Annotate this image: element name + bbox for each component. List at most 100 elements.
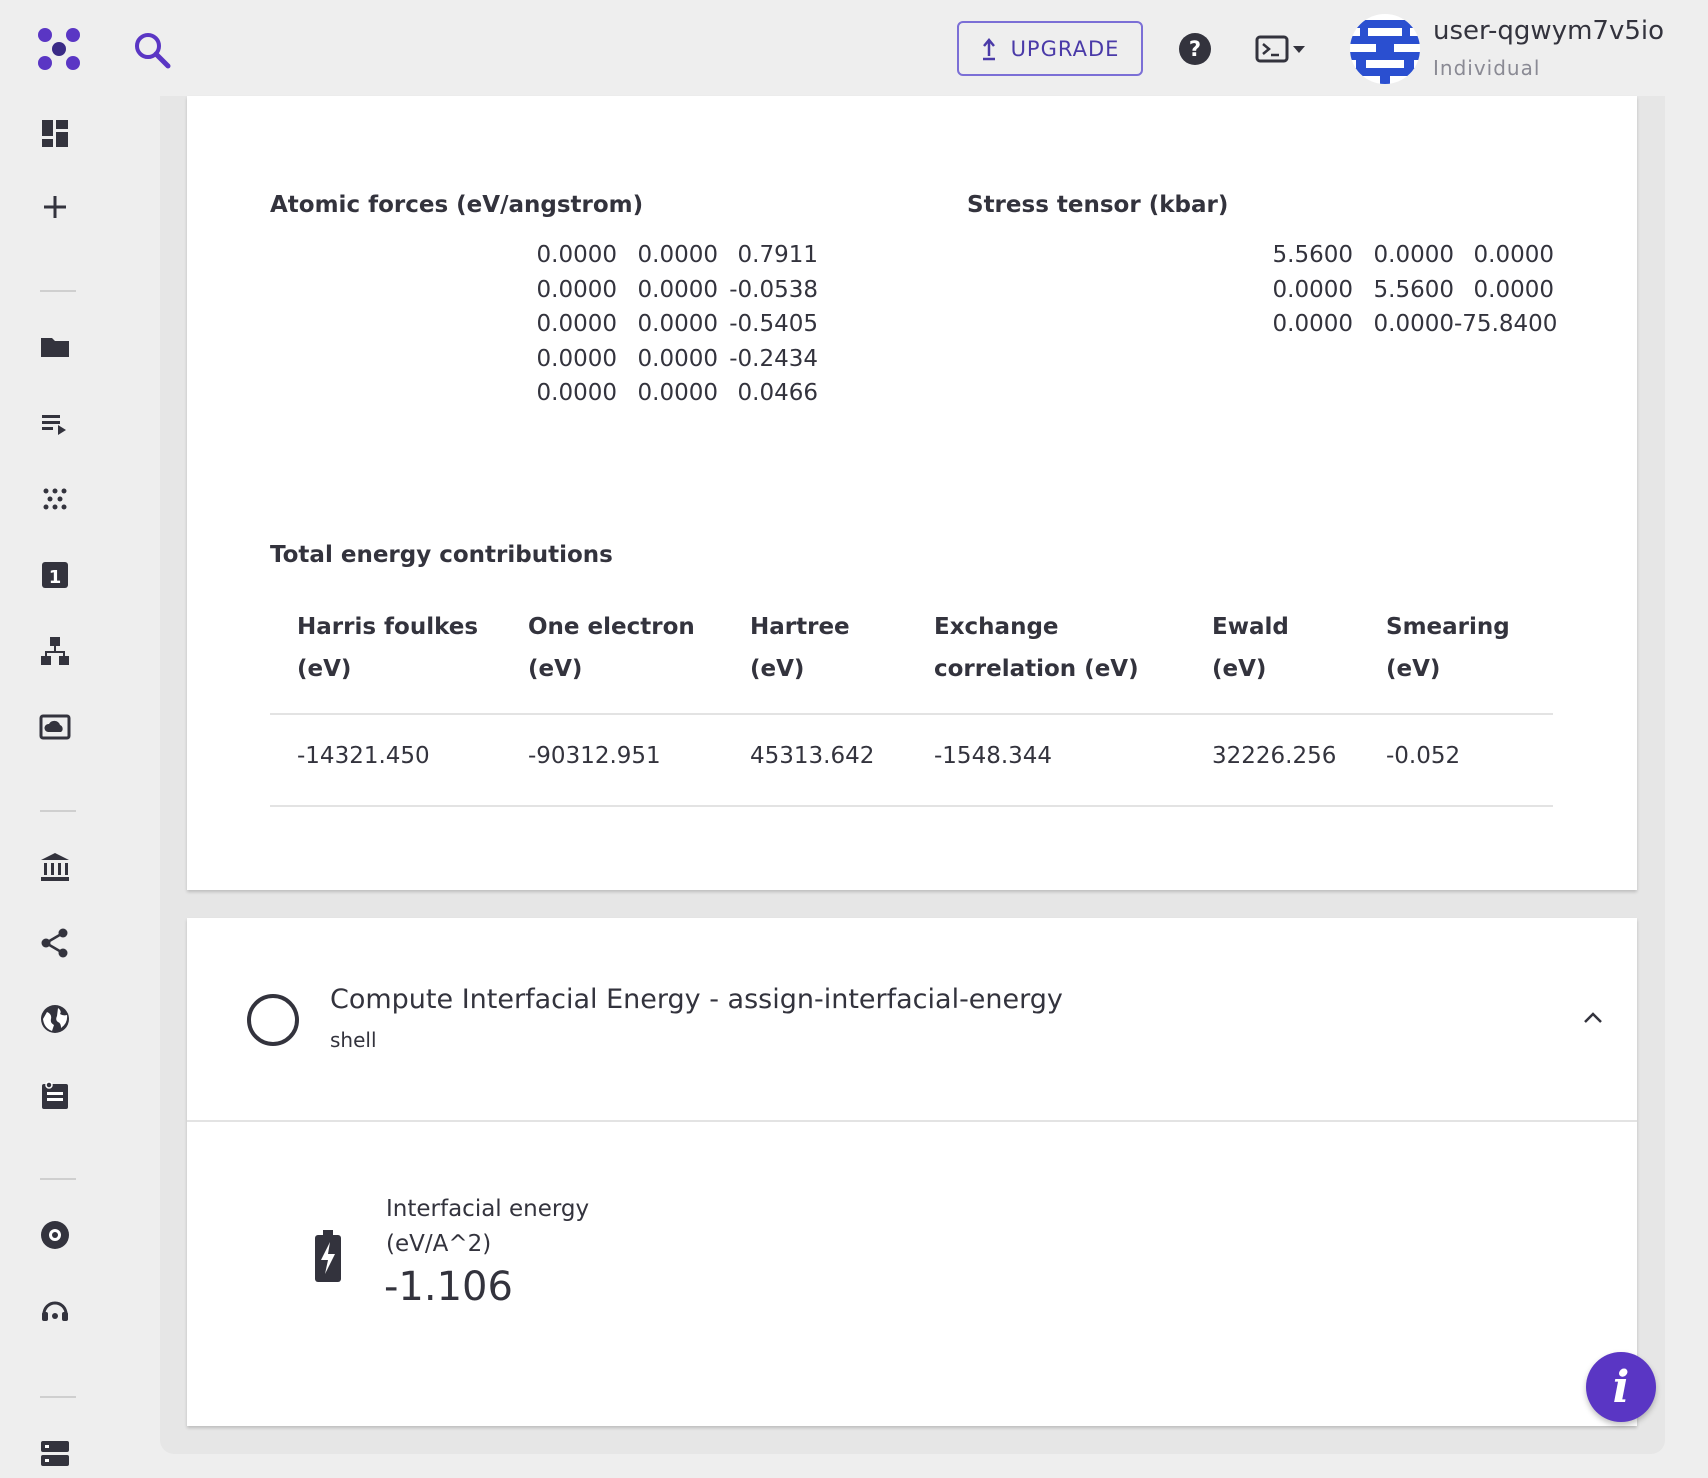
table-header-cell: One electron (eV) xyxy=(528,606,695,690)
table-header-cell: Smearing (eV) xyxy=(1386,606,1510,690)
matrix-cell: -0.5405 xyxy=(729,311,818,338)
table-cell: 45313.642 xyxy=(750,743,875,769)
atomic-forces-title: Atomic forces (eV/angstrom) xyxy=(270,192,644,218)
upgrade-button[interactable]: UPGRADE xyxy=(957,21,1143,76)
matrix-row: 5.5600 0.0000 0.0000 xyxy=(1261,238,1554,273)
matrix-cell: 0.0466 xyxy=(737,380,818,407)
matrix-cell: 0.0000 xyxy=(637,311,718,338)
server-icon[interactable] xyxy=(38,1436,72,1470)
table-cell: -14321.450 xyxy=(297,743,430,769)
table-header-cell: Harris foulkes (eV) xyxy=(297,606,478,690)
table-cell: -1548.344 xyxy=(934,743,1053,769)
support-icon[interactable] xyxy=(38,1294,72,1328)
number-one-icon[interactable]: 1 xyxy=(38,558,72,592)
workflow-icon[interactable] xyxy=(38,634,72,668)
matrix-cell: -75.8400 xyxy=(1454,311,1558,338)
matrix-row: 0.0000 0.0000 -0.0538 xyxy=(523,273,818,308)
table-header-text: (eV) xyxy=(750,656,805,682)
table-header-text: correlation (eV) xyxy=(934,656,1139,682)
property-label-unit: (eV/A^2) xyxy=(386,1231,492,1257)
info-button[interactable]: i xyxy=(1586,1352,1656,1422)
sidebar-divider xyxy=(40,1178,76,1180)
divider xyxy=(187,1120,1637,1122)
atomic-forces-matrix: 0.0000 0.0000 0.7911 0.0000 0.0000 -0.0538 0.0… xyxy=(523,238,818,411)
table-header-text: (eV) xyxy=(1386,656,1441,682)
share-icon[interactable] xyxy=(38,926,72,960)
folder-icon[interactable] xyxy=(38,330,72,364)
top-bar: UPGRADE ? user-qgwym7v5io Individual xyxy=(0,0,1708,96)
status-circle-icon xyxy=(247,994,299,1046)
table-header-text: (eV) xyxy=(1212,656,1267,682)
table-header-text: One electron xyxy=(528,614,695,640)
matrix-cell: 0.0000 xyxy=(1272,311,1353,338)
table-row: -14321.450 -90312.951 45313.642 -1548.344 32… xyxy=(270,715,1553,807)
matrix-cell: 0.0000 xyxy=(536,242,617,269)
matrix-cell: 0.7911 xyxy=(737,242,818,269)
matrix-cell: 0.0000 xyxy=(637,242,718,269)
matrix-row: 0.0000 0.0000 0.0466 xyxy=(523,376,818,411)
bank-icon[interactable] xyxy=(38,850,72,884)
svg-text:1: 1 xyxy=(49,567,62,588)
unit-card: Compute Interfacial Energy - assign-inte… xyxy=(187,918,1637,1426)
property-label-name: Interfacial energy xyxy=(386,1196,590,1222)
chevron-up-icon[interactable] xyxy=(1577,1002,1609,1034)
info-icon: i xyxy=(1612,1361,1630,1413)
stress-tensor-title: Stress tensor (kbar) xyxy=(967,192,1229,218)
notes-icon[interactable] xyxy=(38,1078,72,1112)
app-logo-icon[interactable] xyxy=(36,26,82,72)
table-cell: -90312.951 xyxy=(528,743,661,769)
help-icon[interactable]: ? xyxy=(1178,32,1212,66)
sidebar-divider xyxy=(40,1396,76,1398)
globe-icon[interactable] xyxy=(38,1002,72,1036)
results-card: Atomic forces (eV/angstrom) 0.0000 0.0000… xyxy=(187,96,1637,890)
matrix-row: 0.0000 5.5600 0.0000 xyxy=(1261,273,1554,308)
matrix-row: 0.0000 0.0000 -0.2434 xyxy=(523,342,818,377)
add-icon[interactable] xyxy=(38,190,72,224)
help-ring-icon[interactable] xyxy=(38,1218,72,1252)
matrix-cell: 0.0000 xyxy=(536,380,617,407)
cloud-storage-icon[interactable] xyxy=(38,710,72,744)
matrix-cell: 0.0000 xyxy=(536,345,617,372)
upgrade-label: UPGRADE xyxy=(1010,36,1120,61)
playlist-icon[interactable] xyxy=(38,406,72,440)
matrix-row: 0.0000 0.0000 -75.8400 xyxy=(1261,307,1558,342)
matrix-cell: -0.2434 xyxy=(729,345,818,372)
search-icon[interactable] xyxy=(130,28,174,72)
table-cell: -0.052 xyxy=(1386,743,1461,769)
battery-charging-icon xyxy=(311,1228,345,1284)
matrix-cell: 0.0000 xyxy=(637,345,718,372)
table-header-row: Harris foulkes (eV) One electron (eV) Hartre… xyxy=(270,596,1553,715)
svg-text:?: ? xyxy=(1189,37,1201,61)
matrix-cell: 0.0000 xyxy=(1373,311,1454,338)
table-cell: 32226.256 xyxy=(1212,743,1337,769)
unit-type: shell xyxy=(330,1028,377,1052)
avatar[interactable] xyxy=(1350,14,1420,84)
table-header-text: Ewald xyxy=(1212,614,1289,640)
energy-contributions-title: Total energy contributions xyxy=(270,542,613,568)
matrix-cell: 0.0000 xyxy=(1473,242,1554,269)
matrix-cell: 0.0000 xyxy=(1473,276,1554,303)
matrix-cell: 0.0000 xyxy=(1373,242,1454,269)
matrix-row: 0.0000 0.0000 0.7911 xyxy=(523,238,818,273)
sidebar-divider xyxy=(40,810,76,812)
table-header-text: Smearing xyxy=(1386,614,1510,640)
table-header-text: (eV) xyxy=(297,656,352,682)
user-name[interactable]: user-qgwym7v5io xyxy=(1433,16,1664,46)
matrix-cell: 0.0000 xyxy=(637,380,718,407)
matrix-cell: 0.0000 xyxy=(536,276,617,303)
matrix-cell: 0.0000 xyxy=(1272,276,1353,303)
table-header-text: (eV) xyxy=(528,656,583,682)
sidebar-divider xyxy=(40,290,76,292)
matrix-cell: -0.0538 xyxy=(729,276,818,303)
matrix-row: 0.0000 0.0000 -0.5405 xyxy=(523,307,818,342)
table-header-cell: Hartree (eV) xyxy=(750,606,850,690)
materials-icon[interactable] xyxy=(38,482,72,516)
property-value: -1.106 xyxy=(384,1264,513,1310)
table-header-cell: Ewald (eV) xyxy=(1212,606,1289,690)
table-header-text: Exchange xyxy=(934,614,1059,640)
matrix-cell: 5.5600 xyxy=(1373,276,1454,303)
dashboard-icon[interactable] xyxy=(38,116,72,150)
terminal-menu-icon[interactable] xyxy=(1255,34,1309,64)
matrix-cell: 0.0000 xyxy=(637,276,718,303)
matrix-cell: 0.0000 xyxy=(536,311,617,338)
